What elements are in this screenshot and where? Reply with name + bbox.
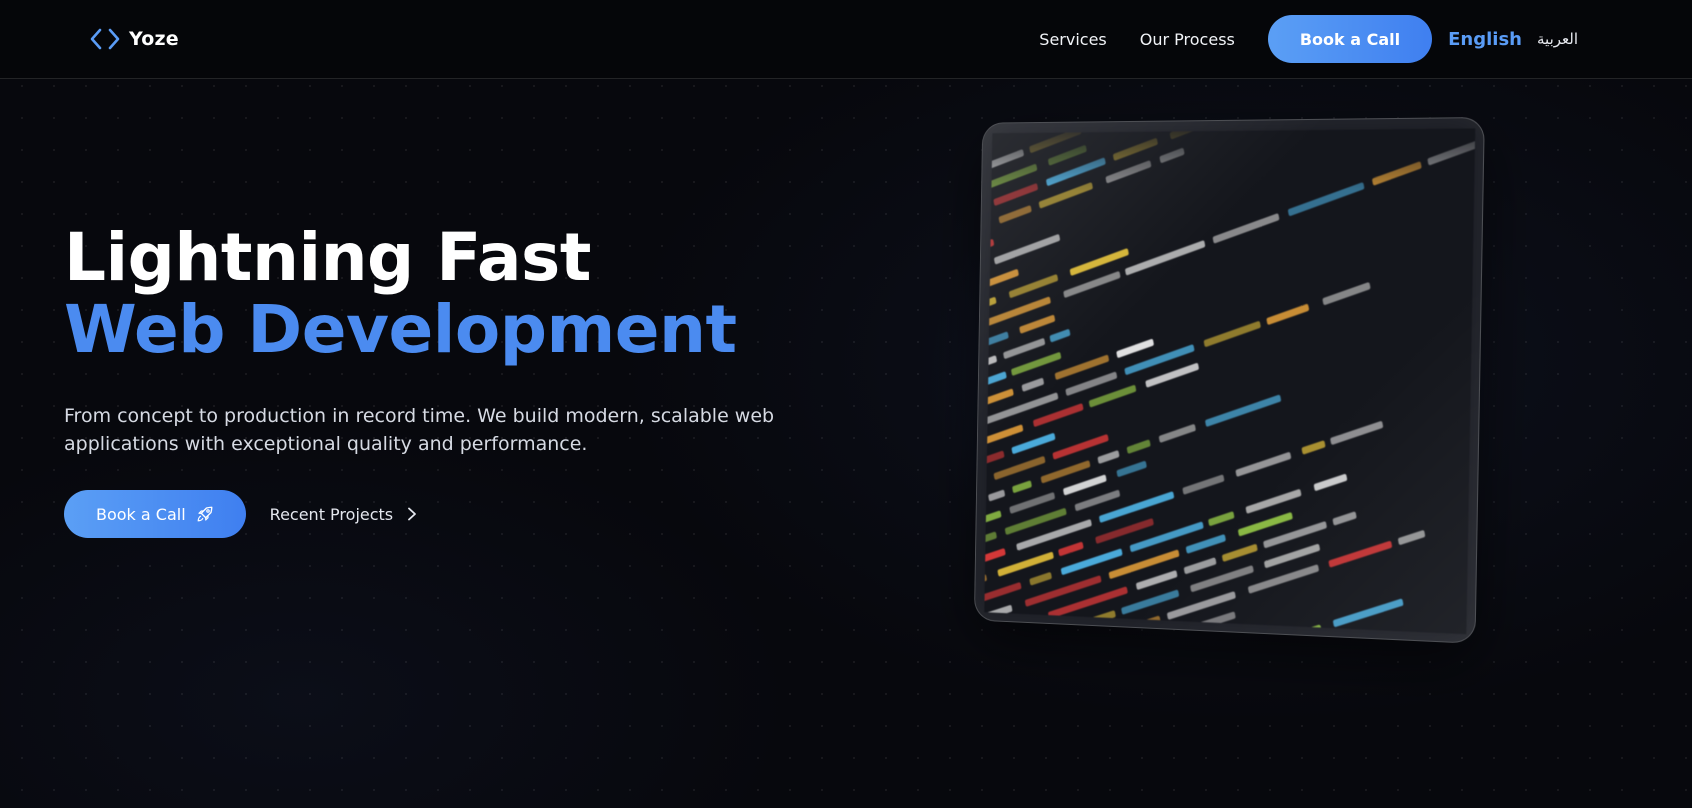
language-english-link[interactable]: English bbox=[1448, 29, 1522, 50]
hero-subtitle-line2: applications with exceptional quality an… bbox=[64, 433, 588, 455]
chevron-right-icon bbox=[408, 507, 417, 521]
recent-projects-link[interactable]: Recent Projects bbox=[270, 505, 417, 524]
hero-subtitle-line1: From concept to production in record tim… bbox=[64, 405, 775, 427]
recent-projects-label: Recent Projects bbox=[269, 504, 394, 524]
hero-title-line1: Lightning Fast bbox=[64, 219, 591, 296]
hero-book-call-label: Book a Call bbox=[96, 504, 186, 524]
hero-subtitle: From concept to production in record tim… bbox=[64, 402, 824, 458]
code-streak bbox=[1314, 631, 1364, 635]
rocket-icon bbox=[197, 506, 213, 522]
landing-page: Yoze Services Our Process Book a Call En… bbox=[0, 0, 1692, 808]
language-arabic-link[interactable]: العربية bbox=[1537, 30, 1578, 48]
code-streak bbox=[1085, 128, 1163, 132]
hero-title-line2: Web Development bbox=[64, 291, 737, 368]
brand-name: Yoze bbox=[129, 28, 179, 50]
nav-link-services[interactable]: Services bbox=[1039, 30, 1106, 49]
brand-logo-link[interactable]: Yoze bbox=[89, 22, 179, 56]
hero-actions: Book a Call Recent Projects bbox=[64, 490, 417, 538]
nav-links: Services Our Process Book a Call English… bbox=[1039, 15, 1578, 63]
code-brackets-icon bbox=[90, 28, 120, 50]
code-streak bbox=[984, 221, 989, 240]
hero-title: Lightning Fast Web Development bbox=[64, 222, 737, 366]
code-streak bbox=[984, 202, 988, 233]
code-streak bbox=[984, 260, 988, 275]
code-screenshot-card bbox=[973, 116, 1485, 644]
hero-book-call-button[interactable]: Book a Call bbox=[64, 490, 246, 538]
top-nav: Yoze Services Our Process Book a Call En… bbox=[0, 0, 1692, 79]
code-screenshot-image bbox=[984, 128, 1476, 635]
nav-link-our-process[interactable]: Our Process bbox=[1140, 30, 1235, 49]
nav-book-call-button[interactable]: Book a Call bbox=[1267, 15, 1433, 63]
